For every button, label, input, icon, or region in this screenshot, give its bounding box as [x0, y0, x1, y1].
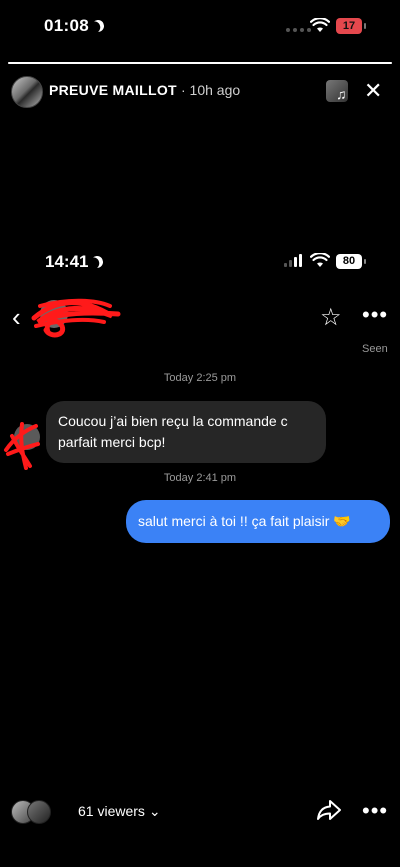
more-options-icon[interactable]: ••• [362, 798, 388, 824]
incoming-message-bubble[interactable]: Coucou j’ai bien reçu la commande c parf… [46, 401, 326, 463]
share-icon[interactable] [316, 798, 342, 822]
message-timestamp: Today 2:41 pm [163, 472, 237, 484]
viewers-button[interactable]: 61 viewers ⌄ [78, 803, 161, 820]
outgoing-message-bubble[interactable]: salut merci à toi !! ça fait plaisir 🤝 [126, 500, 390, 543]
viewer-avatar [27, 800, 51, 824]
chevron-down-icon: ⌄ [148, 803, 161, 819]
